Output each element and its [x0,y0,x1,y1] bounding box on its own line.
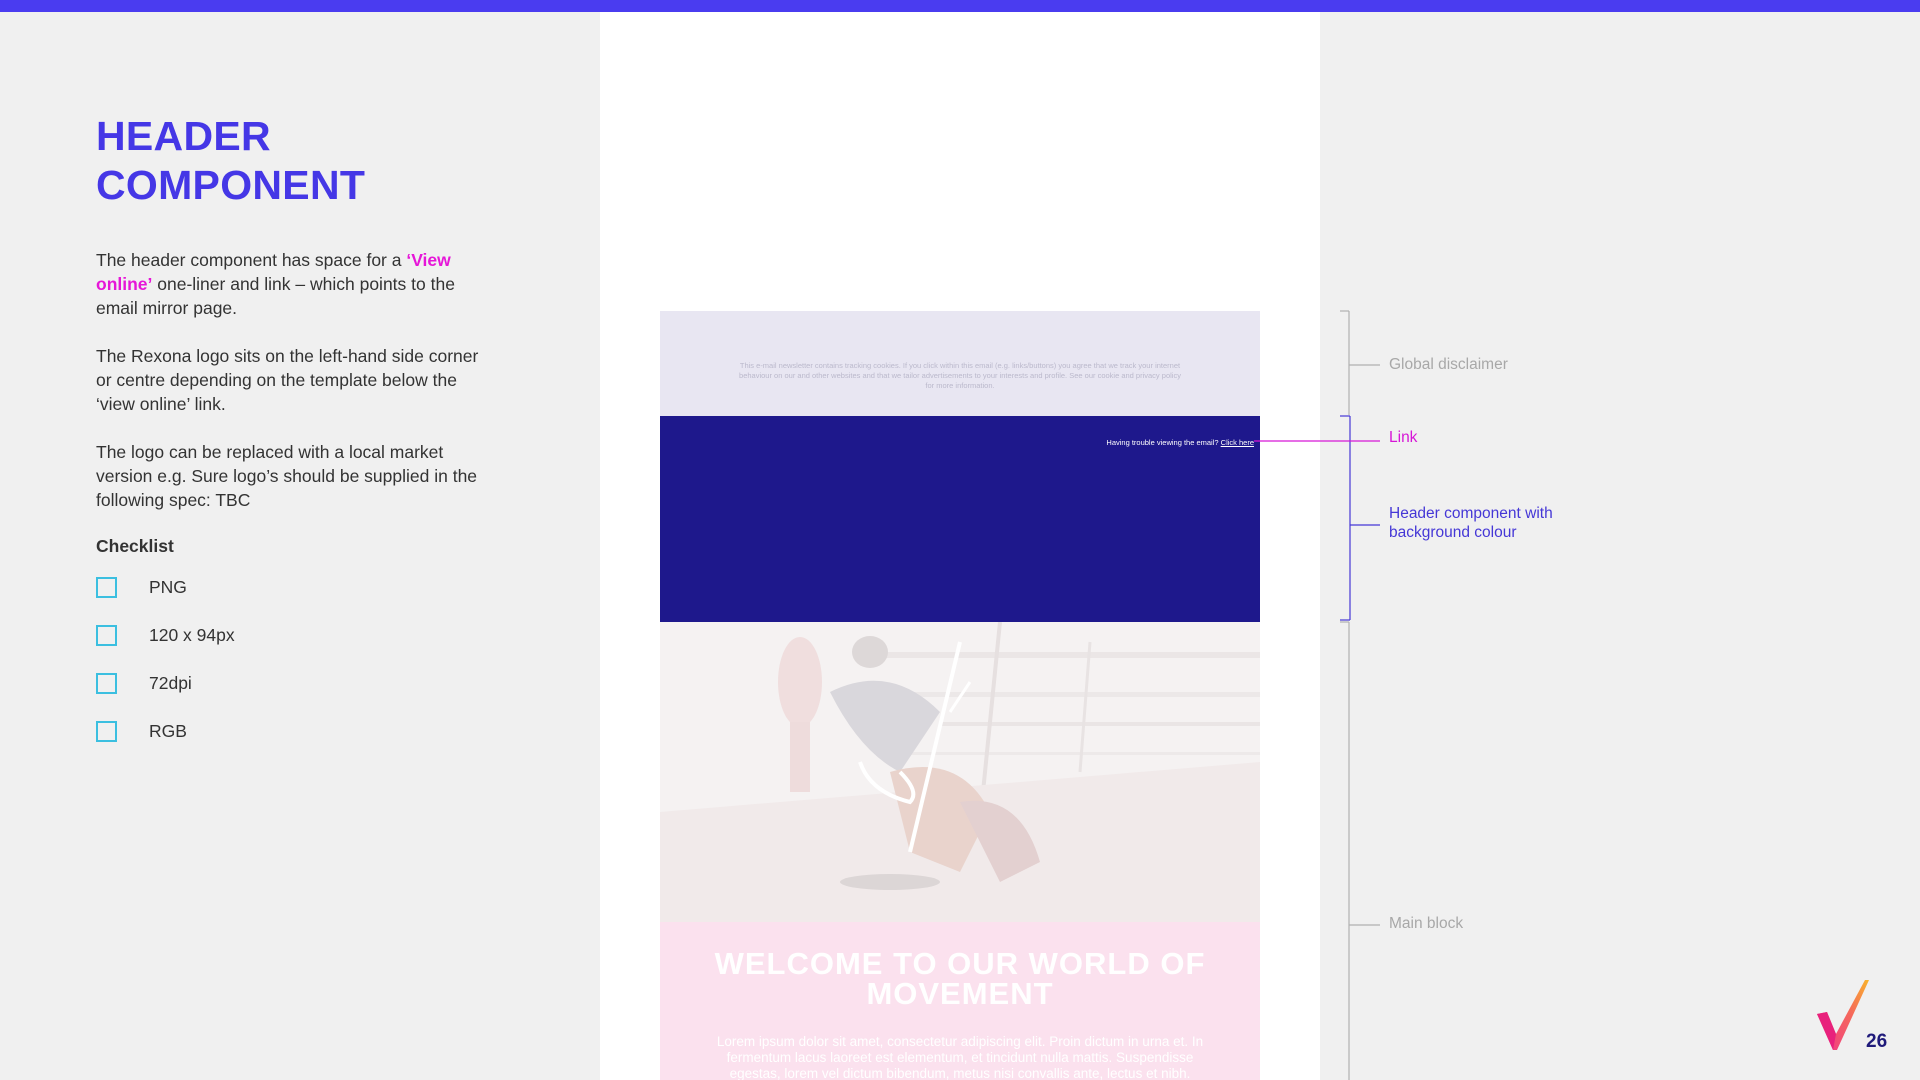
annotation-link: Link [1389,429,1418,446]
page-number: 26 [1866,1031,1888,1052]
annotation-main-block: Main block [1389,915,1464,932]
check-logo-icon [1817,980,1869,1050]
annotation-brackets [1254,310,1380,1080]
annotation-header-component: Header component with background colour [1389,505,1553,541]
annotation-global-disclaimer: Global disclaimer [1389,356,1508,373]
